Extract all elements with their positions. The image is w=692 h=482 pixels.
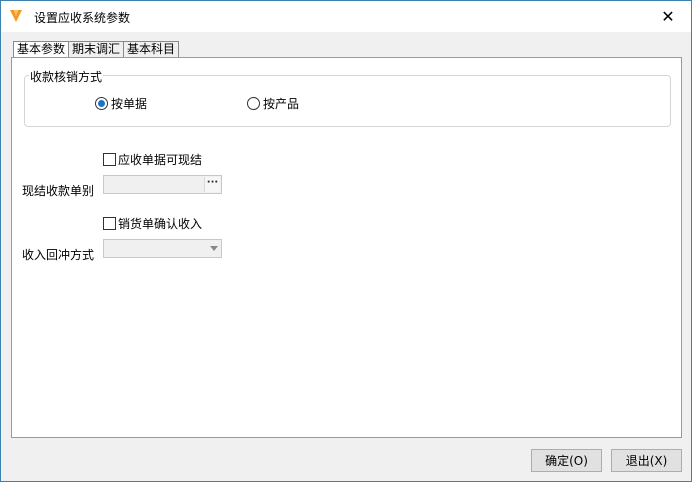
close-icon: ✕ <box>661 6 675 26</box>
radio-unchecked-icon <box>247 97 260 110</box>
tab-strip: 基本参数 期末调汇 基本科目 <box>13 41 180 58</box>
ellipsis-icon: ··· <box>206 177 219 188</box>
window-title: 设置应收系统参数 <box>34 11 131 25</box>
tab-basic-accounts[interactable]: 基本科目 <box>123 41 180 58</box>
app-logo-icon <box>10 10 22 22</box>
revenue-reversal-select[interactable] <box>103 239 222 258</box>
ok-button[interactable]: 确定(O) <box>531 449 602 472</box>
chevron-down-icon <box>210 246 218 251</box>
tab-period-end-adjust[interactable]: 期末调汇 <box>68 41 125 58</box>
checkbox-label: 销货单确认收入 <box>118 217 203 231</box>
radio-label: 按产品 <box>263 97 300 111</box>
group-legend: 收款核销方式 <box>29 68 104 85</box>
checkbox-sales-confirm-revenue[interactable]: 销货单确认收入 <box>103 215 202 232</box>
radio-checked-icon <box>95 97 108 110</box>
cash-receipt-type-label: 现结收款单别 <box>22 184 95 198</box>
ellipsis-button[interactable]: ··· <box>204 177 220 192</box>
tab-basic-params[interactable]: 基本参数 <box>13 41 70 58</box>
settings-dialog: 设置应收系统参数 ✕ 基本参数 期末调汇 基本科目 收款核销方式 按单据 按产品… <box>0 0 692 482</box>
exit-button[interactable]: 退出(X) <box>611 449 682 472</box>
checkbox-icon <box>103 153 116 166</box>
radio-by-product[interactable]: 按产品 <box>247 95 299 112</box>
settlement-method-group: 收款核销方式 按单据 按产品 <box>24 68 671 127</box>
title-bar: 设置应收系统参数 ✕ <box>1 1 691 32</box>
revenue-reversal-label: 收入回冲方式 <box>22 248 95 262</box>
radio-label: 按单据 <box>111 97 148 111</box>
checkbox-cash-settle[interactable]: 应收单据可现结 <box>103 151 202 168</box>
cash-receipt-type-input[interactable]: ··· <box>103 175 222 194</box>
radio-by-document[interactable]: 按单据 <box>95 95 147 112</box>
checkbox-icon <box>103 217 116 230</box>
tab-panel: 收款核销方式 按单据 按产品 应收单据可现结 现结收款单别 ··· 销货单确认收… <box>11 57 682 438</box>
close-button[interactable]: ✕ <box>645 1 691 31</box>
checkbox-label: 应收单据可现结 <box>118 153 203 167</box>
